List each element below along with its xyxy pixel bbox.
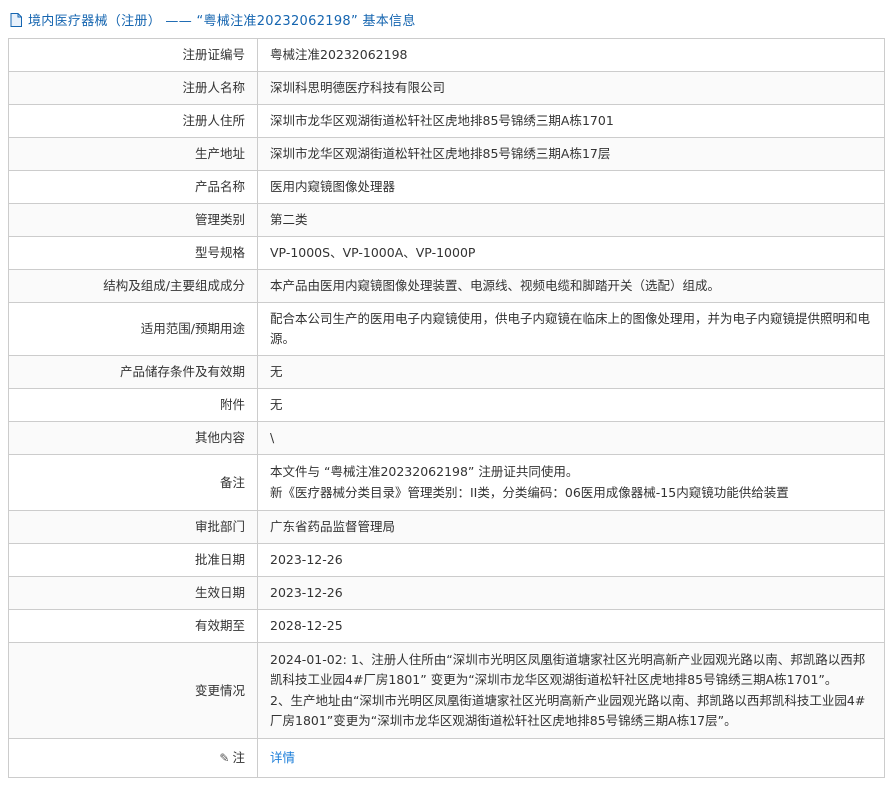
table-row: 注册人名称 深圳科思明德医疗科技有限公司	[9, 72, 885, 105]
row-value: \	[258, 422, 885, 455]
detail-link[interactable]: 详情	[270, 750, 295, 765]
row-label: 产品名称	[9, 171, 258, 204]
registration-info-page: 境内医疗器械（注册） —— “粤械注准20232062198” 基本信息 注册证…	[0, 0, 893, 788]
row-value: 第二类	[258, 204, 885, 237]
table-row: 生效日期 2023-12-26	[9, 577, 885, 610]
row-value: 深圳市龙华区观湖街道松轩社区虎地排85号锦绣三期A栋17层	[258, 138, 885, 171]
row-label: 生产地址	[9, 138, 258, 171]
table-row: 审批部门 广东省药品监督管理局	[9, 511, 885, 544]
row-value: VP-1000S、VP-1000A、VP-1000P	[258, 237, 885, 270]
info-table-body: 注册证编号 粤械注准20232062198 注册人名称 深圳科思明德医疗科技有限…	[9, 39, 885, 778]
document-icon	[10, 13, 22, 27]
table-row: 产品储存条件及有效期 无	[9, 356, 885, 389]
table-row: 变更情况 2024-01-02: 1、注册人住所由“深圳市光明区凤凰街道塘家社区…	[9, 643, 885, 739]
table-row: 产品名称 医用内窥镜图像处理器	[9, 171, 885, 204]
row-label: 其他内容	[9, 422, 258, 455]
table-row: 型号规格 VP-1000S、VP-1000A、VP-1000P	[9, 237, 885, 270]
table-row: ✎注 详情	[9, 739, 885, 778]
value-line: 本文件与 “粤械注准20232062198” 注册证共同使用。	[270, 462, 872, 482]
page-title: 境内医疗器械（注册） —— “粤械注准20232062198” 基本信息	[28, 10, 416, 29]
table-row: 结构及组成/主要组成成分 本产品由医用内窥镜图像处理装置、电源线、视频电缆和脚踏…	[9, 270, 885, 303]
row-label: 注册证编号	[9, 39, 258, 72]
row-label: 生效日期	[9, 577, 258, 610]
table-row: 批准日期 2023-12-26	[9, 544, 885, 577]
row-value: 深圳市龙华区观湖街道松轩社区虎地排85号锦绣三期A栋1701	[258, 105, 885, 138]
table-row: 其他内容 \	[9, 422, 885, 455]
row-label: 批准日期	[9, 544, 258, 577]
row-label: 有效期至	[9, 610, 258, 643]
row-label: ✎注	[9, 739, 258, 778]
row-value: 详情	[258, 739, 885, 778]
row-label: 结构及组成/主要组成成分	[9, 270, 258, 303]
row-label: 变更情况	[9, 643, 258, 739]
row-value: 2023-12-26	[258, 577, 885, 610]
row-label: 型号规格	[9, 237, 258, 270]
row-label: 适用范围/预期用途	[9, 303, 258, 356]
row-value: 本文件与 “粤械注准20232062198” 注册证共同使用。新《医疗器械分类目…	[258, 455, 885, 511]
row-value: 深圳科思明德医疗科技有限公司	[258, 72, 885, 105]
row-label: 备注	[9, 455, 258, 511]
row-label: 附件	[9, 389, 258, 422]
table-row: 生产地址 深圳市龙华区观湖街道松轩社区虎地排85号锦绣三期A栋17层	[9, 138, 885, 171]
value-line: 新《医疗器械分类目录》管理类别：II类，分类编码：06医用成像器械-15内窥镜功…	[270, 483, 872, 503]
pencil-icon: ✎	[219, 751, 229, 765]
row-value: 粤械注准20232062198	[258, 39, 885, 72]
table-row: 适用范围/预期用途 配合本公司生产的医用电子内窥镜使用，供电子内窥镜在临床上的图…	[9, 303, 885, 356]
row-label: 审批部门	[9, 511, 258, 544]
row-value: 2024-01-02: 1、注册人住所由“深圳市光明区凤凰街道塘家社区光明高新产…	[258, 643, 885, 739]
row-label: 注册人名称	[9, 72, 258, 105]
row-value: 2028-12-25	[258, 610, 885, 643]
row-value: 配合本公司生产的医用电子内窥镜使用，供电子内窥镜在临床上的图像处理用，并为电子内…	[258, 303, 885, 356]
value-line: 2024-01-02: 1、注册人住所由“深圳市光明区凤凰街道塘家社区光明高新产…	[270, 650, 872, 690]
table-row: 管理类别 第二类	[9, 204, 885, 237]
row-label: 注册人住所	[9, 105, 258, 138]
value-line: 2、生产地址由“深圳市光明区凤凰街道塘家社区光明高新产业园观光路以南、邦凯路以西…	[270, 691, 872, 731]
row-label: 管理类别	[9, 204, 258, 237]
table-row: 注册人住所 深圳市龙华区观湖街道松轩社区虎地排85号锦绣三期A栋1701	[9, 105, 885, 138]
table-row: 附件 无	[9, 389, 885, 422]
row-value: 本产品由医用内窥镜图像处理装置、电源线、视频电缆和脚踏开关（选配）组成。	[258, 270, 885, 303]
info-table: 注册证编号 粤械注准20232062198 注册人名称 深圳科思明德医疗科技有限…	[8, 38, 885, 778]
row-value: 医用内窥镜图像处理器	[258, 171, 885, 204]
table-row: 备注 本文件与 “粤械注准20232062198” 注册证共同使用。新《医疗器械…	[9, 455, 885, 511]
row-value: 无	[258, 389, 885, 422]
row-value: 2023-12-26	[258, 544, 885, 577]
table-row: 有效期至 2028-12-25	[9, 610, 885, 643]
row-value: 无	[258, 356, 885, 389]
table-row: 注册证编号 粤械注准20232062198	[9, 39, 885, 72]
row-label: 产品储存条件及有效期	[9, 356, 258, 389]
page-header: 境内医疗器械（注册） —— “粤械注准20232062198” 基本信息	[10, 10, 885, 29]
row-value: 广东省药品监督管理局	[258, 511, 885, 544]
